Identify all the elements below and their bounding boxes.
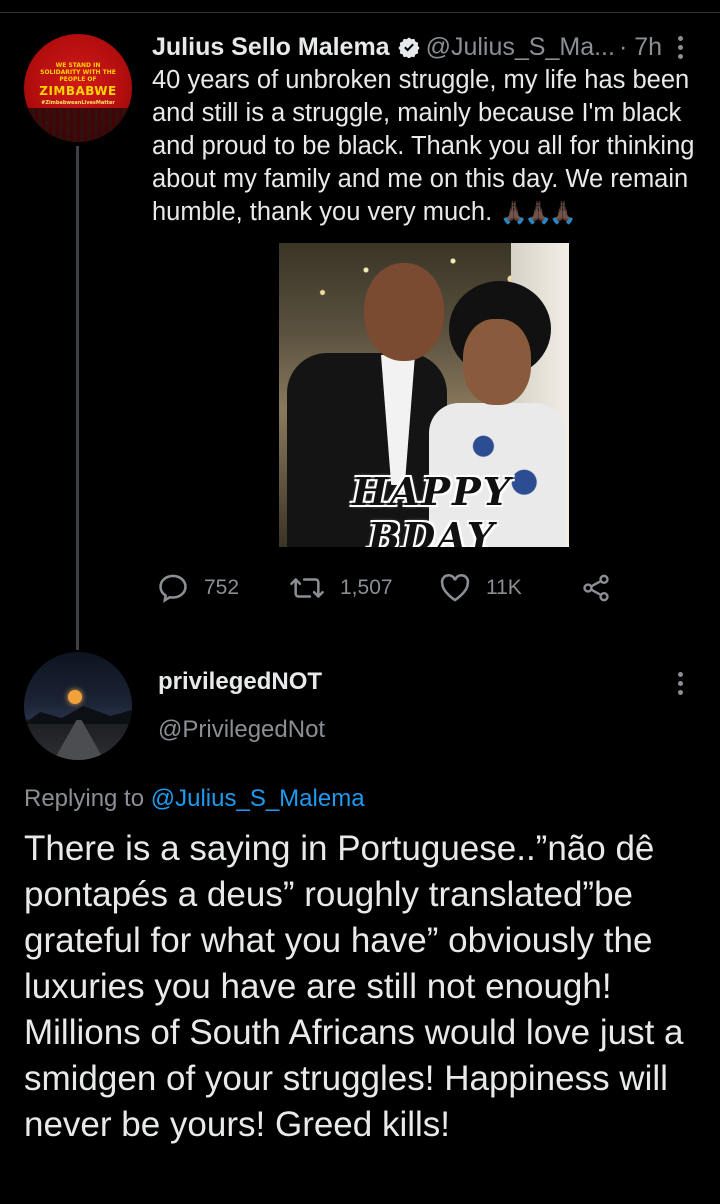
- like-icon: [440, 574, 470, 602]
- reply-more-vertical-icon[interactable]: [670, 670, 690, 696]
- replying-to-line: Replying to @Julius_S_Malema: [24, 785, 365, 813]
- reply-count: 752: [204, 576, 240, 599]
- tweet-text: 40 years of unbroken struggle, my life h…: [152, 64, 700, 229]
- retweet-icon: [290, 578, 324, 598]
- replying-to-mention[interactable]: @Julius_S_Malema: [151, 785, 365, 812]
- retweet-count: 1,507: [340, 576, 393, 599]
- reply-author-handle[interactable]: @PrivilegedNot: [158, 716, 325, 744]
- share-button[interactable]: [580, 570, 626, 606]
- share-icon: [583, 574, 609, 602]
- avatar-badge: WE STAND IN SOLIDARITY WITH THE PEOPLE O…: [38, 60, 118, 110]
- author-avatar[interactable]: WE STAND IN SOLIDARITY WITH THE PEOPLE O…: [24, 34, 132, 142]
- avatar-crowd-graphic: [24, 108, 132, 142]
- reply-icon: [159, 574, 187, 603]
- reply-author-avatar[interactable]: [24, 652, 132, 760]
- tweet-actions: 752 1,507 11K: [156, 570, 636, 606]
- more-vertical-icon[interactable]: [670, 34, 690, 60]
- verified-badge-icon: [397, 36, 420, 59]
- retweet-button[interactable]: 1,507: [288, 570, 393, 606]
- praying-hands-emoji: 🙏🏿🙏🏿🙏🏿: [500, 200, 576, 225]
- reply-author-name[interactable]: privilegedNOT: [158, 668, 322, 696]
- avatar-moon: [68, 690, 82, 704]
- image-man-head: [364, 263, 444, 361]
- reply-button[interactable]: 752: [156, 570, 239, 606]
- author-name[interactable]: Julius Sello Malema: [152, 33, 390, 62]
- thread-connector-line: [76, 146, 79, 650]
- tweet-time[interactable]: · 7h: [619, 33, 662, 62]
- avatar-badge-line3: #ZimbabweanLivesMatter: [41, 100, 115, 106]
- tweet-image[interactable]: HAPPY BDAY: [279, 243, 569, 547]
- replying-to-label: Replying to: [24, 785, 145, 812]
- image-caption: HAPPY BDAY: [352, 469, 512, 547]
- tweet-text-content: 40 years of unbroken struggle, my life h…: [152, 66, 695, 226]
- avatar-badge-line2: ZIMBABWE: [39, 84, 117, 98]
- like-count: 11K: [486, 576, 522, 599]
- image-woman-face: [463, 319, 531, 405]
- avatar-badge-line1: WE STAND IN SOLIDARITY WITH THE PEOPLE O…: [40, 62, 116, 83]
- reply-tweet-text: There is a saying in Portuguese..”não dê…: [24, 829, 684, 1144]
- author-handle[interactable]: @Julius_S_Ma...: [426, 33, 615, 62]
- like-button[interactable]: 11K: [438, 570, 522, 606]
- tweet-header: Julius Sello Malema @Julius_S_Ma... · 7h: [152, 30, 712, 64]
- top-divider: [0, 12, 720, 13]
- avatar-road: [54, 720, 104, 760]
